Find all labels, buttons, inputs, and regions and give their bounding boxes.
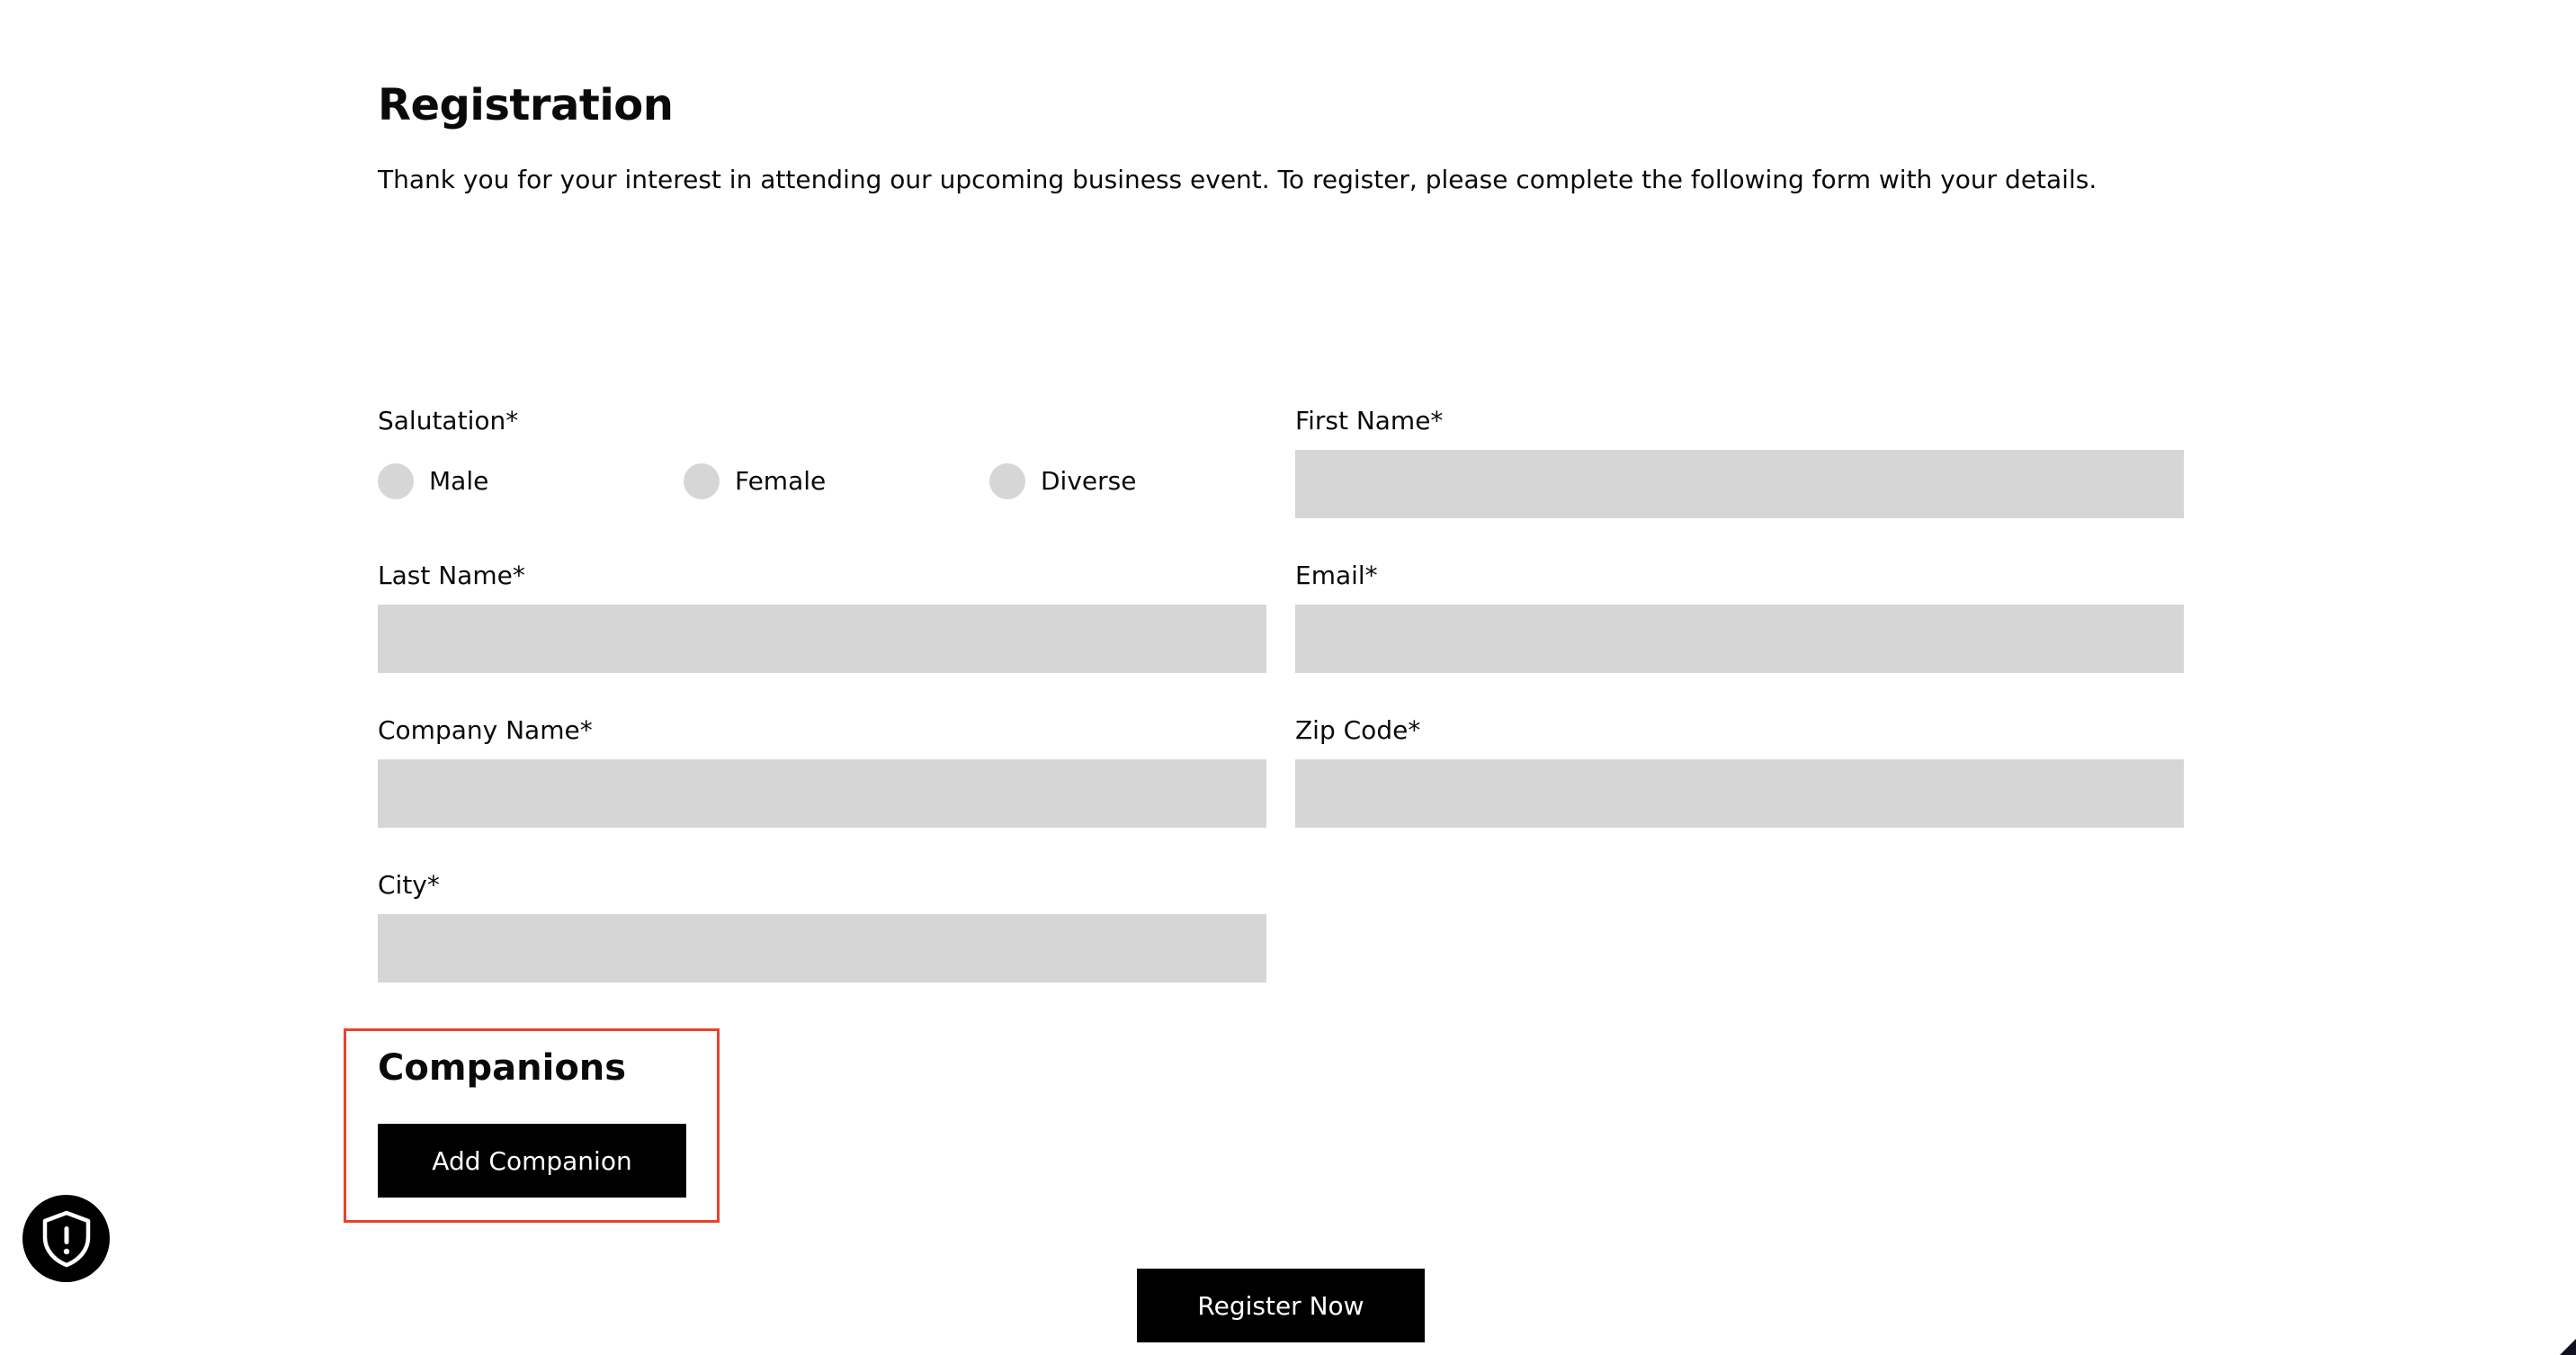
salutation-option-diverse[interactable]: Diverse <box>989 463 1136 499</box>
city-label: City* <box>378 870 440 900</box>
email-label: Email* <box>1295 561 1378 590</box>
radio-circle[interactable] <box>989 463 1025 499</box>
radio-circle[interactable] <box>378 463 414 499</box>
salutation-option-male[interactable]: Male <box>378 463 488 499</box>
privacy-widget-button[interactable] <box>22 1195 110 1282</box>
register-now-button[interactable]: Register Now <box>1137 1269 1425 1342</box>
last-name-label: Last Name* <box>378 561 525 590</box>
city-input[interactable] <box>378 914 1266 983</box>
shield-alert-icon <box>42 1210 90 1267</box>
company-name-input[interactable] <box>378 759 1266 828</box>
page-title: Registration <box>378 80 674 130</box>
zip-code-input[interactable] <box>1295 759 2184 828</box>
add-companion-button[interactable]: Add Companion <box>378 1124 686 1198</box>
intro-text: Thank you for your interest in attending… <box>378 165 2097 194</box>
email-input[interactable] <box>1295 605 2184 673</box>
radio-circle[interactable] <box>684 463 720 499</box>
first-name-input[interactable] <box>1295 450 2184 518</box>
radio-label-male: Male <box>429 466 489 496</box>
company-name-label: Company Name* <box>378 715 593 745</box>
registration-page: Registration Thank you for your interest… <box>0 0 2576 1355</box>
last-name-input[interactable] <box>378 605 1266 673</box>
zip-code-label: Zip Code* <box>1295 715 1421 745</box>
window-corner <box>2560 1339 2576 1355</box>
companions-title: Companions <box>378 1047 627 1089</box>
first-name-label: First Name* <box>1295 406 1444 435</box>
radio-label-diverse: Diverse <box>1041 466 1137 496</box>
radio-label-female: Female <box>735 466 827 496</box>
salutation-option-female[interactable]: Female <box>684 463 826 499</box>
salutation-label: Salutation* <box>378 406 519 435</box>
